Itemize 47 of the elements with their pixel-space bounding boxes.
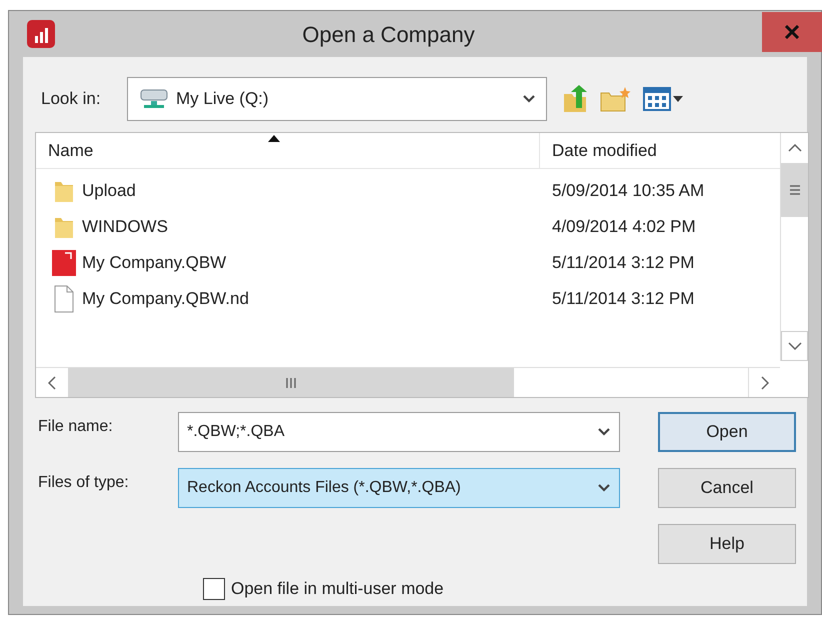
dialog-button[interactable]: Cancel bbox=[658, 468, 796, 508]
date-cell-text: 4/09/2014 4:02 PM bbox=[551, 216, 696, 238]
file-name-cell-text: Upload bbox=[82, 180, 136, 202]
document-icon bbox=[51, 249, 77, 277]
file-name-cell-text: My Company.QBW.nd bbox=[82, 288, 249, 310]
scrollbar-thumb[interactable] bbox=[68, 368, 514, 397]
dialog-button[interactable]: Open bbox=[658, 412, 796, 452]
scroll-left-icon[interactable] bbox=[48, 376, 56, 390]
file-name-value: *.QBW;*.QBA bbox=[187, 422, 286, 442]
file-icon bbox=[53, 285, 75, 313]
scroll-down-icon[interactable] bbox=[788, 342, 802, 350]
view-menu-icon[interactable] bbox=[643, 87, 683, 111]
close-icon bbox=[784, 25, 800, 39]
horizontal-scrollbar[interactable] bbox=[36, 367, 780, 397]
up-folder-icon[interactable] bbox=[561, 84, 589, 114]
date-cell-text: 5/11/2014 3:12 PM bbox=[551, 252, 694, 274]
dialog-button[interactable]: Help bbox=[658, 524, 796, 564]
grip-icon bbox=[286, 378, 296, 388]
close-button[interactable] bbox=[762, 12, 822, 52]
column-header[interactable]: Date modified bbox=[540, 133, 780, 168]
file-type-label: Files of type: bbox=[37, 473, 130, 493]
file-row[interactable]: My Company.QBW 5/11/2014 3:12 PM bbox=[36, 245, 780, 281]
scrollbar-thumb[interactable] bbox=[781, 163, 808, 217]
file-row[interactable]: My Company.QBW.nd 5/11/2014 3:12 PM bbox=[36, 281, 780, 317]
file-row[interactable]: WINDOWS 4/09/2014 4:02 PM bbox=[36, 209, 780, 245]
window-title: Open a Company bbox=[301, 20, 476, 49]
look-in-dropdown[interactable]: My Live (Q:) bbox=[127, 77, 547, 121]
file-name-label: File name: bbox=[37, 417, 114, 437]
look-in-value: My Live (Q:) bbox=[176, 88, 270, 110]
file-name-cell-text: WINDOWS bbox=[82, 216, 168, 238]
grip-icon bbox=[790, 185, 800, 195]
file-type-value: Reckon Accounts Files (*.QBW,*.QBA) bbox=[187, 478, 462, 498]
column-header[interactable]: Name bbox=[36, 133, 540, 168]
file-type-dropdown[interactable]: Reckon Accounts Files (*.QBW,*.QBA) bbox=[178, 468, 620, 508]
file-name-field[interactable]: *.QBW;*.QBA bbox=[178, 412, 620, 452]
vertical-scrollbar[interactable] bbox=[780, 133, 808, 361]
scroll-right-icon[interactable] bbox=[760, 376, 768, 390]
multi-user-checkbox[interactable] bbox=[203, 578, 225, 600]
file-row[interactable]: Upload 5/09/2014 10:35 AM bbox=[36, 173, 780, 209]
date-cell-text: 5/09/2014 10:35 AM bbox=[551, 180, 704, 202]
date-cell-text: 5/11/2014 3:12 PM bbox=[551, 288, 694, 310]
network-drive-icon bbox=[138, 87, 170, 111]
app-logo-icon bbox=[27, 20, 55, 48]
scroll-up-icon[interactable] bbox=[788, 144, 802, 152]
file-name-cell-text: My Company.QBW bbox=[82, 252, 226, 274]
look-in-label: Look in: bbox=[40, 88, 102, 110]
multi-user-label: Open file in multi-user mode bbox=[231, 578, 444, 600]
